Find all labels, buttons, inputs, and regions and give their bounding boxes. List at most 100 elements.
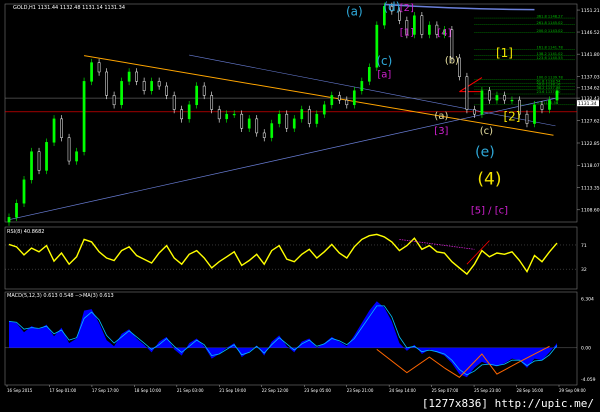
time-tick-label: 23 Sep 21:00 [347, 388, 374, 393]
candle-body [90, 62, 93, 82]
wave-label: (a) [346, 5, 363, 19]
candle-body [120, 81, 123, 106]
candle-body [555, 90, 559, 101]
macd-title: MACD(5,12,3) 0.613 0.548 -->MA(3) 0.613 [7, 293, 114, 299]
candle-body [225, 113, 229, 120]
candle-body [195, 85, 199, 106]
wave-label: (a) [434, 111, 448, 122]
time-tick-label: 21 Sep 03:00 [177, 388, 204, 393]
candle-body [157, 81, 161, 87]
candle-body [7, 217, 11, 223]
candle-body [533, 104, 536, 124]
price-tick-label: 1122.85 [581, 141, 600, 147]
candle-body [180, 109, 184, 120]
candle-body [210, 95, 214, 110]
watermark: [1277x836] http://upic.me/ [419, 397, 596, 410]
candle-body [300, 109, 304, 120]
candle-body [127, 71, 131, 82]
candle-body [307, 109, 311, 124]
time-tick-label: 22 Sep 12:00 [262, 388, 289, 393]
candle-body [232, 113, 236, 116]
fib-level-label: 361.8 1148.27 [536, 14, 562, 18]
price-tick-label: 1113.35 [581, 185, 600, 191]
candle-body [540, 104, 544, 110]
price-tick-label: 1141.80 [581, 52, 600, 58]
wave-label: (4) [477, 169, 501, 189]
candle-body [67, 137, 71, 162]
fib-level-label: 200.0 1143.02 [536, 29, 562, 33]
wave-label: [a] [377, 70, 391, 81]
candle-body [465, 76, 469, 110]
candle-body [420, 15, 424, 35]
price-tick-label: 1134.62 [581, 86, 600, 92]
instrument-header: GOLD,H1 1131.44 1132.48 1131.14 1131.34 [13, 5, 125, 11]
candle-body [315, 113, 319, 124]
candle-body [488, 90, 491, 101]
time-tick-label: 18 Sep 10:00 [134, 388, 161, 393]
fib-level-label: 123.6 1140.55 [536, 56, 562, 60]
candle-body [135, 71, 138, 82]
candle-body [240, 113, 244, 129]
candle-body [52, 118, 56, 143]
macd-tick-label: 0.00 [581, 346, 591, 352]
candle-body [150, 81, 153, 91]
candle-body [480, 90, 484, 115]
wave-label: [1] [400, 27, 414, 38]
macd-tick-label: -4.059 [581, 377, 596, 383]
wave-label: [3] [434, 126, 448, 137]
time-tick-label: 23 Sep 05:00 [304, 388, 331, 393]
candle-body [45, 142, 48, 171]
candle-body [360, 81, 364, 91]
candle-body [82, 81, 86, 152]
price-tick-label: 1146.52 [581, 30, 600, 36]
candle-body [367, 67, 371, 82]
wave-label: (d) [383, 0, 400, 14]
candle-body [30, 151, 33, 181]
candle-body [495, 95, 499, 101]
wave-label: [4] [437, 28, 451, 39]
candle-body [217, 109, 221, 120]
wave-label: [2] [400, 3, 414, 14]
time-tick-label: 17 Sep 17:00 [92, 388, 119, 393]
candle-body [292, 118, 296, 129]
candle-body [510, 99, 514, 102]
candle-body [525, 113, 529, 124]
candle-body [270, 123, 274, 138]
candle-body [330, 95, 334, 106]
candle-body [503, 95, 506, 101]
time-tick-label: 21 Sep 19:00 [219, 388, 246, 393]
candle-body [60, 118, 63, 138]
time-tick-label: 29 Sep 09:00 [559, 388, 586, 393]
time-tick-label: 17 Sep 01:00 [49, 388, 76, 393]
candle-body [112, 95, 116, 106]
wave-label: (c) [480, 126, 493, 137]
time-tick-label: 28 Sep 16:00 [517, 388, 544, 393]
wave-label: [1] [496, 46, 513, 60]
candle-body [337, 95, 341, 101]
price-tick-label: 1108.60 [581, 208, 600, 214]
candle-body [202, 85, 206, 96]
candle-body [97, 62, 101, 73]
candle-body [277, 113, 281, 124]
rsi-title: RSI(8) 40.8682 [7, 229, 44, 235]
candle-body [428, 24, 431, 35]
time-tick-label: 25 Sep 07:00 [432, 388, 459, 393]
candle-body [105, 71, 108, 96]
wave-label: [2] [503, 110, 520, 124]
price-tick-label: 1151.21 [581, 8, 600, 14]
time-tick-label: 25 Sep 23:00 [474, 388, 501, 393]
rsi-tick-label: 32 [581, 267, 587, 273]
candle-body [142, 81, 146, 91]
candle-body [247, 118, 251, 129]
candle-body [255, 118, 259, 134]
last-price-label: 1131.34 [578, 101, 597, 107]
price-tick-label: 1137.03 [581, 74, 600, 80]
wave-label: [5] / [c] [471, 206, 508, 217]
time-tick-label: 16 Sep 2015 [7, 388, 33, 393]
candle-body [262, 132, 266, 138]
candle-body [22, 179, 26, 204]
candle-body [165, 85, 168, 96]
macd-tick-label: 6.304 [581, 297, 594, 303]
price-tick-label: 1127.62 [581, 118, 600, 124]
candle-body [548, 99, 551, 110]
